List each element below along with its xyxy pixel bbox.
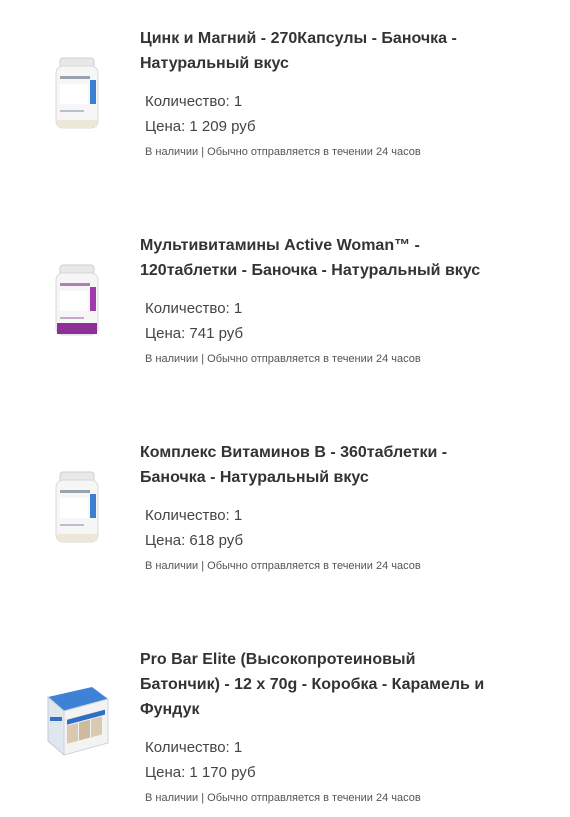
product-title-link[interactable]: Комплекс Витаминов B - 360таблетки - Бан… — [140, 440, 530, 490]
title-line: Мультивитамины Active Woman™ - — [140, 237, 420, 254]
supplement-bottle-icon — [55, 471, 99, 543]
price-value: 1 170 руб — [189, 764, 256, 781]
title-line: Натуральный вкус — [140, 55, 289, 72]
product-image[interactable] — [40, 54, 116, 144]
item-info: Комплекс Витаминов B - 360таблетки - Бан… — [140, 440, 530, 573]
quantity-row: Количество: 1 — [145, 296, 530, 321]
item-meta: Количество: 1 Цена: 1 209 руб В наличии … — [140, 89, 530, 159]
price-label: Цена: — [145, 764, 186, 781]
quantity-value: 1 — [233, 93, 243, 110]
item-meta: Количество: 1 Цена: 618 руб В наличии | … — [140, 503, 530, 573]
quantity-value: 1 — [233, 300, 243, 317]
price-row: Цена: 741 руб — [145, 321, 530, 346]
product-title-link[interactable]: Цинк и Магний - 270Капсулы - Баночка - Н… — [140, 26, 530, 76]
availability-text: В наличии | Обычно отправляется в течени… — [145, 560, 421, 572]
price-value: 741 руб — [189, 325, 244, 342]
item-meta: Количество: 1 Цена: 1 170 руб В наличии … — [140, 735, 530, 805]
title-line: Комплекс Витаминов B - 360таблетки - — [140, 444, 448, 461]
quantity-value: 1 — [233, 739, 243, 756]
availability-text: В наличии | Обычно отправляется в течени… — [145, 792, 421, 804]
quantity-row: Количество: 1 — [145, 503, 530, 528]
supplement-bottle-icon — [55, 57, 99, 129]
price-label: Цена: — [145, 325, 186, 342]
availability-text: В наличии | Обычно отправляется в течени… — [145, 353, 421, 365]
quantity-label: Количество: — [145, 507, 230, 524]
product-title-link[interactable]: Мультивитамины Active Woman™ - 120таблет… — [140, 233, 530, 283]
title-line: Фундук — [140, 701, 200, 718]
item-info: Цинк и Магний - 270Капсулы - Баночка - Н… — [140, 26, 530, 159]
quantity-label: Количество: — [145, 93, 230, 110]
quantity-row: Количество: 1 — [145, 89, 530, 114]
price-row: Цена: 1 209 руб — [145, 114, 530, 139]
quantity-value: 1 — [233, 507, 243, 524]
price-label: Цена: — [145, 118, 186, 135]
item-info: Мультивитамины Active Woman™ - 120таблет… — [140, 233, 530, 366]
quantity-row: Количество: 1 — [145, 735, 530, 760]
protein-bar-box-icon — [47, 687, 109, 757]
title-line: Батончик) - 12 x 70g - Коробка - Карамел… — [140, 676, 485, 693]
quantity-label: Количество: — [145, 300, 230, 317]
price-label: Цена: — [145, 532, 186, 549]
title-line: 120таблетки - Баночка - Натуральный вкус — [140, 262, 481, 279]
price-value: 618 руб — [189, 532, 244, 549]
product-title-link[interactable]: Pro Bar Elite (Высокопротеиновый Батончи… — [140, 647, 530, 722]
product-image[interactable] — [40, 261, 116, 351]
price-value: 1 209 руб — [189, 118, 256, 135]
title-line: Pro Bar Elite (Высокопротеиновый — [140, 651, 416, 668]
item-info: Pro Bar Elite (Высокопротеиновый Батончи… — [140, 647, 530, 805]
title-line: Цинк и Магний - 270Капсулы - Баночка - — [140, 30, 457, 47]
price-row: Цена: 618 руб — [145, 528, 530, 553]
title-line: Баночка - Натуральный вкус — [140, 469, 369, 486]
quantity-label: Количество: — [145, 739, 230, 756]
product-image[interactable] — [40, 468, 116, 558]
supplement-bottle-icon — [55, 264, 99, 336]
price-row: Цена: 1 170 руб — [145, 760, 530, 785]
product-image[interactable] — [40, 677, 116, 767]
availability-text: В наличии | Обычно отправляется в течени… — [145, 146, 421, 158]
item-meta: Количество: 1 Цена: 741 руб В наличии | … — [140, 296, 530, 366]
